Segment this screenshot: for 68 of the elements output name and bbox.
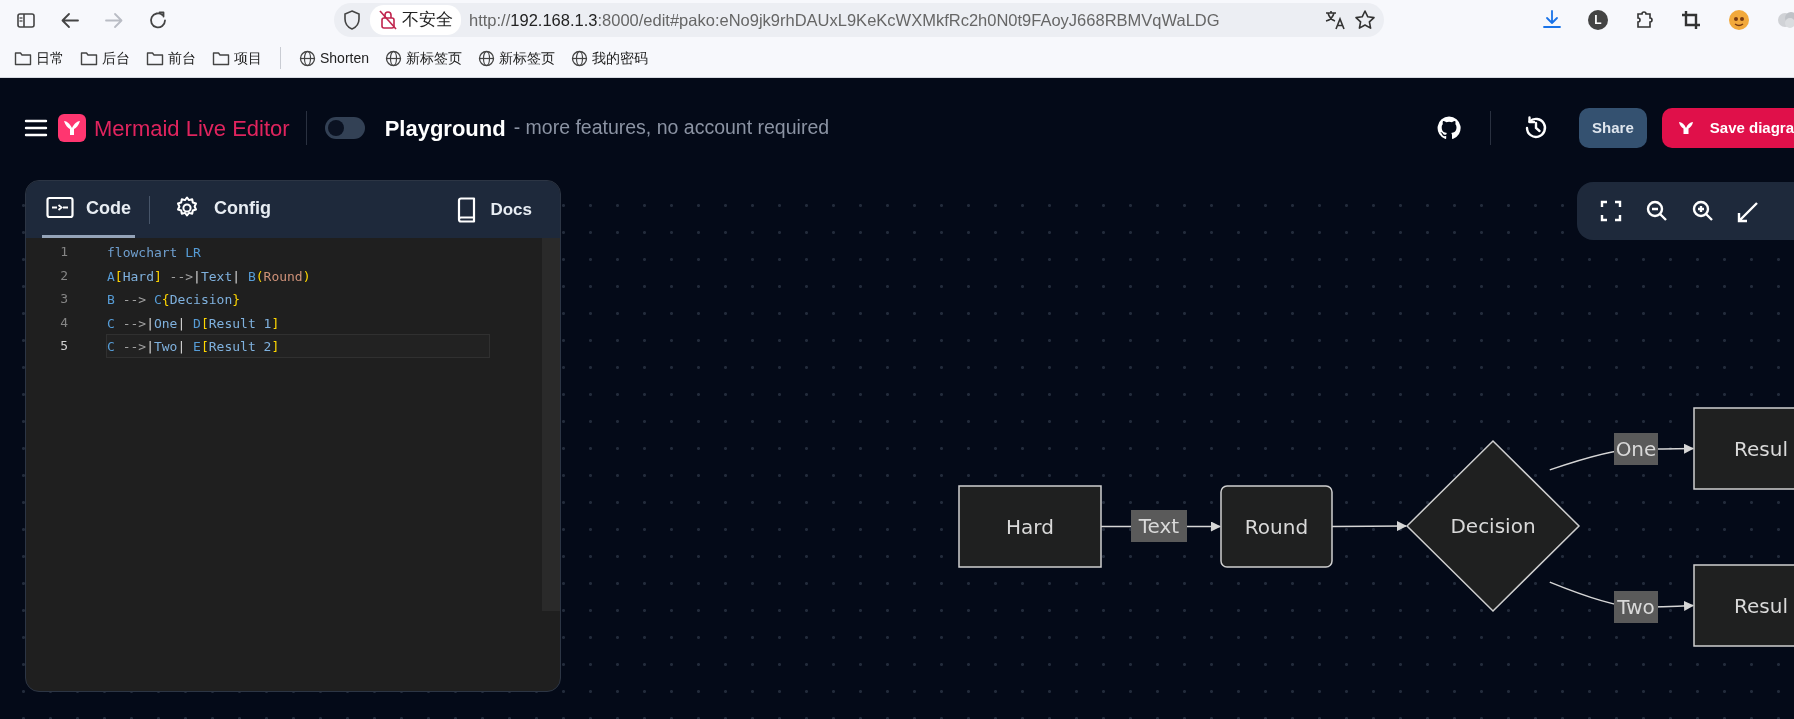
bookmark[interactable]: 我的密码 bbox=[565, 45, 655, 71]
profile-avatar[interactable]: L bbox=[1588, 10, 1608, 30]
bookmark[interactable]: 项目 bbox=[206, 45, 268, 71]
share-button[interactable]: Share bbox=[1579, 108, 1647, 148]
docs-link[interactable]: Docs bbox=[456, 196, 532, 223]
code-line: B --> C{Decision} bbox=[106, 291, 242, 309]
line-number: 3 bbox=[59, 290, 68, 308]
code-line: flowchart LR bbox=[106, 244, 202, 262]
folder-icon bbox=[14, 50, 32, 66]
edge-label: Two bbox=[1614, 591, 1658, 623]
folder-icon bbox=[80, 50, 98, 66]
crop-icon[interactable] bbox=[1680, 9, 1702, 31]
fit-screen-icon[interactable] bbox=[1599, 199, 1623, 223]
security-warning-badge[interactable]: 不安全 bbox=[370, 5, 461, 35]
globe-icon bbox=[385, 49, 403, 67]
globe-icon bbox=[478, 49, 496, 67]
editor-tab[interactable]: Code bbox=[42, 181, 135, 238]
shield-icon[interactable] bbox=[342, 9, 362, 31]
url-field[interactable]: http://192.168.1.3:8000/edit#pako:eNo9jk9rhDAUxL9KeKcWXMkfRc2h0N0t9FAoyJ668RBMVqWaLDG bbox=[469, 7, 1316, 33]
node-label: Resul bbox=[1734, 436, 1788, 461]
app-title: Mermaid Live Editor bbox=[94, 114, 290, 143]
bookmark[interactable]: 后台 bbox=[74, 45, 136, 71]
bookmark[interactable]: Shorten bbox=[293, 45, 376, 71]
playground-label: Playground bbox=[384, 114, 506, 143]
flowchart-node[interactable] bbox=[1220, 485, 1333, 568]
node-label: Decision bbox=[1450, 514, 1536, 538]
zoom-in-icon[interactable] bbox=[1691, 199, 1715, 223]
flowchart-node[interactable] bbox=[958, 485, 1102, 568]
mermaid-logo-icon bbox=[1677, 121, 1694, 135]
github-icon[interactable] bbox=[1436, 115, 1463, 141]
download-icon[interactable] bbox=[1541, 9, 1563, 31]
translate-icon[interactable] bbox=[1324, 9, 1346, 31]
scrollbar[interactable] bbox=[542, 238, 560, 611]
bookmark[interactable]: 前台 bbox=[140, 45, 202, 71]
bookmark[interactable]: 新标签页 bbox=[472, 45, 562, 71]
menu-icon[interactable] bbox=[24, 118, 48, 138]
folder-icon bbox=[212, 50, 230, 66]
editor-tab[interactable]: Config bbox=[170, 181, 275, 238]
playground-note: - more features, no account required bbox=[513, 115, 830, 141]
node-label: Resul bbox=[1734, 593, 1788, 618]
edge-label: Text bbox=[1131, 510, 1187, 542]
logo-icon bbox=[58, 114, 86, 142]
star-icon[interactable] bbox=[1354, 9, 1376, 31]
flowchart-node[interactable] bbox=[1693, 407, 1794, 490]
line-number: 4 bbox=[59, 313, 68, 332]
terminal-icon bbox=[46, 195, 74, 221]
save-diagram-button[interactable]: Save diagra bbox=[1661, 108, 1794, 148]
bookmark[interactable]: 日常 bbox=[8, 45, 70, 71]
line-number: 5 bbox=[59, 337, 68, 355]
node-label: Round bbox=[1244, 514, 1309, 539]
crossed-lock-icon bbox=[378, 9, 398, 31]
node-label: Hard bbox=[1006, 514, 1054, 539]
extension-icon[interactable] bbox=[1727, 8, 1751, 32]
code-line: A[Hard] -->|Text| B(Round) bbox=[106, 267, 312, 286]
globe-icon bbox=[299, 49, 316, 67]
flowchart-node[interactable] bbox=[1405, 439, 1581, 613]
bookmark[interactable]: 新标签页 bbox=[379, 45, 469, 71]
folder-icon bbox=[146, 50, 164, 66]
globe-icon bbox=[571, 49, 589, 67]
expand-icon[interactable] bbox=[1737, 199, 1759, 223]
line-number: 2 bbox=[59, 266, 68, 285]
code-line: C -->|One| D[Result 1] bbox=[106, 314, 281, 333]
book-icon bbox=[456, 196, 477, 223]
line-number: 1 bbox=[59, 243, 68, 261]
toggle-switch[interactable] bbox=[324, 117, 365, 139]
zoom-out-icon[interactable] bbox=[1645, 199, 1669, 223]
flowchart-node[interactable] bbox=[1693, 564, 1794, 647]
edge-label: One bbox=[1614, 433, 1658, 465]
